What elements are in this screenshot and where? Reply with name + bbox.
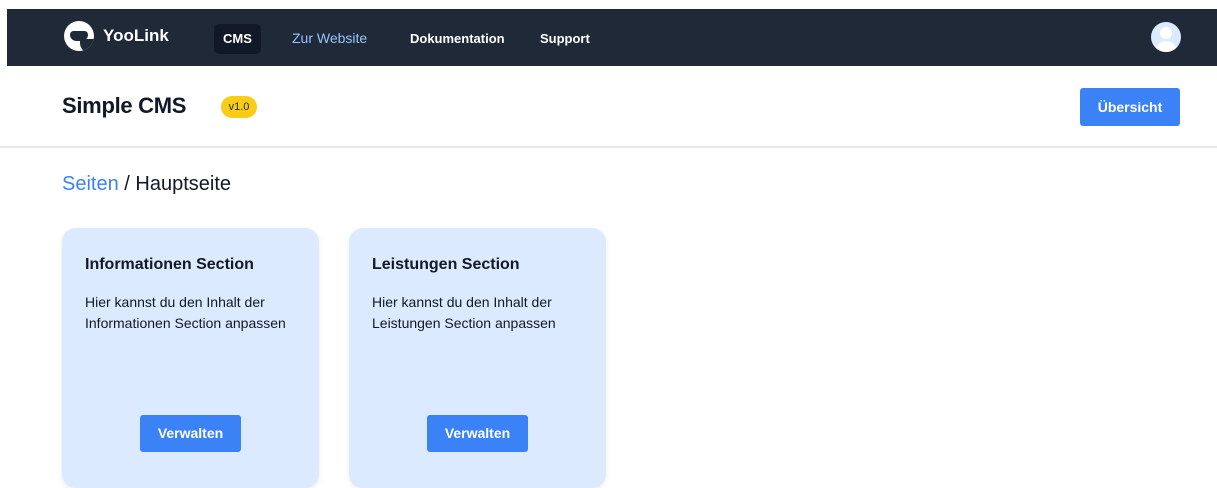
card-description: Hier kannst du den Inhalt der Leistungen… — [372, 294, 556, 331]
manage-leistungen-button[interactable]: Verwalten — [427, 415, 528, 452]
nav-zur-website[interactable]: Zur Website — [292, 23, 367, 53]
breadcrumb-current: Hauptseite — [135, 173, 232, 195]
nav-support[interactable]: Support — [540, 24, 590, 54]
page-header: Simple CMS v1.0 Übersicht — [0, 66, 1217, 148]
nav-dokumentation[interactable]: Dokumentation — [410, 24, 505, 54]
card-leistungen-section: Leistungen Section Hier kannst du den In… — [349, 228, 606, 488]
yoolink-logo-icon — [64, 21, 94, 51]
page-title: Simple CMS — [62, 93, 187, 118]
user-avatar-icon[interactable] — [1151, 22, 1181, 52]
card-description: Hier kannst du den Inhalt der Informatio… — [85, 294, 286, 331]
nav-cms[interactable]: CMS — [214, 24, 261, 54]
brand-link[interactable]: YooLink — [64, 21, 169, 51]
card-informationen-section: Informationen Section Hier kannst du den… — [62, 228, 319, 488]
breadcrumb-link-seiten[interactable]: Seiten — [62, 173, 119, 195]
card-title: Informationen Section — [85, 256, 254, 273]
top-navbar: YooLink CMS Zur Website Dokumentation Su… — [7, 9, 1217, 66]
version-badge: v1.0 — [221, 96, 257, 118]
manage-informationen-button[interactable]: Verwalten — [140, 415, 241, 452]
overview-button[interactable]: Übersicht — [1080, 88, 1180, 126]
breadcrumb-separator: / — [118, 173, 136, 195]
breadcrumb: Seiten / Hauptseite — [62, 173, 231, 196]
card-title: Leistungen Section — [372, 256, 520, 273]
brand-name: YooLink — [103, 26, 169, 45]
